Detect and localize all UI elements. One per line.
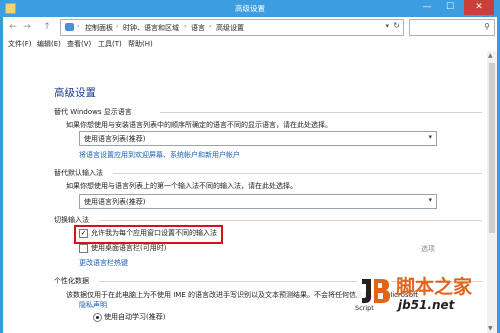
display-language-title: 替代 Windows 显示语言	[54, 108, 132, 116]
scroll-down-icon[interactable]: ▼	[488, 325, 493, 332]
chevron-down-icon: ▾	[428, 133, 432, 141]
menu-tools[interactable]: 工具(T)	[98, 39, 122, 49]
apply-language-settings-link[interactable]: 将语言设置应用到欢迎屏幕、系统帐户和新用户帐户	[79, 150, 240, 160]
options-link[interactable]: 选项	[421, 244, 435, 254]
menu-file[interactable]: 文件(F)	[8, 39, 32, 49]
search-icon[interactable]: ⚲	[484, 22, 490, 31]
watermark-site-name: 脚本之家	[396, 276, 473, 298]
section-divider	[160, 112, 482, 113]
menu-bar: 文件(F) 编辑(E) 查看(V) 工具(T) 帮助(H)	[3, 37, 497, 50]
auto-learning-label: 使用自动学习(推荐)	[104, 313, 166, 321]
up-button[interactable]: ↑	[42, 21, 52, 33]
breadcrumb-separator: ›	[184, 23, 187, 30]
refresh-icon[interactable]: ↻	[393, 21, 400, 30]
desktop-language-bar-checkbox[interactable]	[79, 244, 88, 253]
section-divider	[99, 220, 482, 221]
switch-input-title: 切换输入法	[54, 216, 89, 224]
breadcrumb-control-panel[interactable]: 控制面板	[85, 23, 113, 33]
title-bar: 高级设置 — ☐ ✕	[0, 0, 500, 17]
address-bar[interactable]: › 控制面板 › 时钟、语言和区域 › 语言 › 高级设置 ▾ ↻	[60, 19, 404, 36]
page-title: 高级设置	[54, 87, 96, 99]
per-app-input-checkbox[interactable]: ✓	[79, 229, 88, 238]
watermark-url: jb51.net	[398, 298, 455, 312]
per-app-input-label: 允许我为每个应用窗口设置不同的输入法	[91, 229, 217, 237]
input-method-description: 如果你想使用与语言列表上的第一个输入法不同的输入法，请在此处选择。	[66, 182, 297, 190]
breadcrumb-separator: ›	[116, 23, 119, 30]
input-method-value: 使用语言列表(推荐)	[84, 198, 146, 206]
maximize-button[interactable]: ☐	[440, 0, 460, 15]
close-button[interactable]: ✕	[464, 0, 494, 15]
minimize-button[interactable]: —	[417, 0, 437, 15]
back-button[interactable]: ←	[8, 21, 18, 33]
display-language-description: 如果你想使用与安装语言列表中的顺序所确定的语言不同的显示语言，请在此处选择。	[66, 121, 332, 129]
input-method-select[interactable]: 使用语言列表(推荐) ▾	[79, 194, 437, 209]
navigation-bar: ← → ↑ › 控制面板 › 时钟、语言和区域 › 语言 › 高级设置 ▾ ↻ …	[3, 17, 497, 37]
breadcrumb-separator: ›	[209, 23, 212, 30]
section-divider	[113, 173, 482, 174]
watermark-script-text: Script	[355, 304, 374, 312]
menu-view[interactable]: 查看(V)	[67, 39, 91, 49]
change-hotkey-link[interactable]: 更改语言栏热键	[79, 258, 128, 268]
search-input[interactable]: ⚲	[409, 19, 495, 36]
address-dropdown-icon[interactable]: ▾	[385, 22, 389, 30]
chevron-down-icon: ▾	[428, 196, 432, 204]
desktop-language-bar-label: 使用桌面语言栏(可用时)	[91, 244, 167, 252]
site-watermark: Script 脚本之家 jb51.net	[352, 270, 494, 316]
privacy-statement-link[interactable]: 隐私声明	[79, 300, 107, 310]
personalization-title: 个性化数据	[54, 277, 89, 285]
forward-button[interactable]: →	[22, 21, 32, 33]
control-panel-folder-icon	[65, 23, 74, 31]
breadcrumb-separator: ›	[77, 23, 80, 30]
display-language-value: 使用语言列表(推荐)	[84, 135, 146, 143]
display-language-select[interactable]: 使用语言列表(推荐) ▾	[79, 131, 437, 146]
breadcrumb-clock-language-region[interactable]: 时钟、语言和区域	[123, 23, 179, 33]
scroll-up-icon[interactable]: ▲	[488, 52, 493, 59]
input-method-title: 替代默认输入法	[54, 169, 103, 177]
breadcrumb-language[interactable]: 语言	[191, 23, 205, 33]
menu-help[interactable]: 帮助(H)	[128, 39, 153, 49]
scrollbar-thumb[interactable]	[489, 63, 495, 233]
breadcrumb-advanced-settings[interactable]: 高级设置	[216, 23, 244, 33]
auto-learning-radio[interactable]	[93, 313, 102, 322]
menu-edit[interactable]: 编辑(E)	[37, 39, 61, 49]
